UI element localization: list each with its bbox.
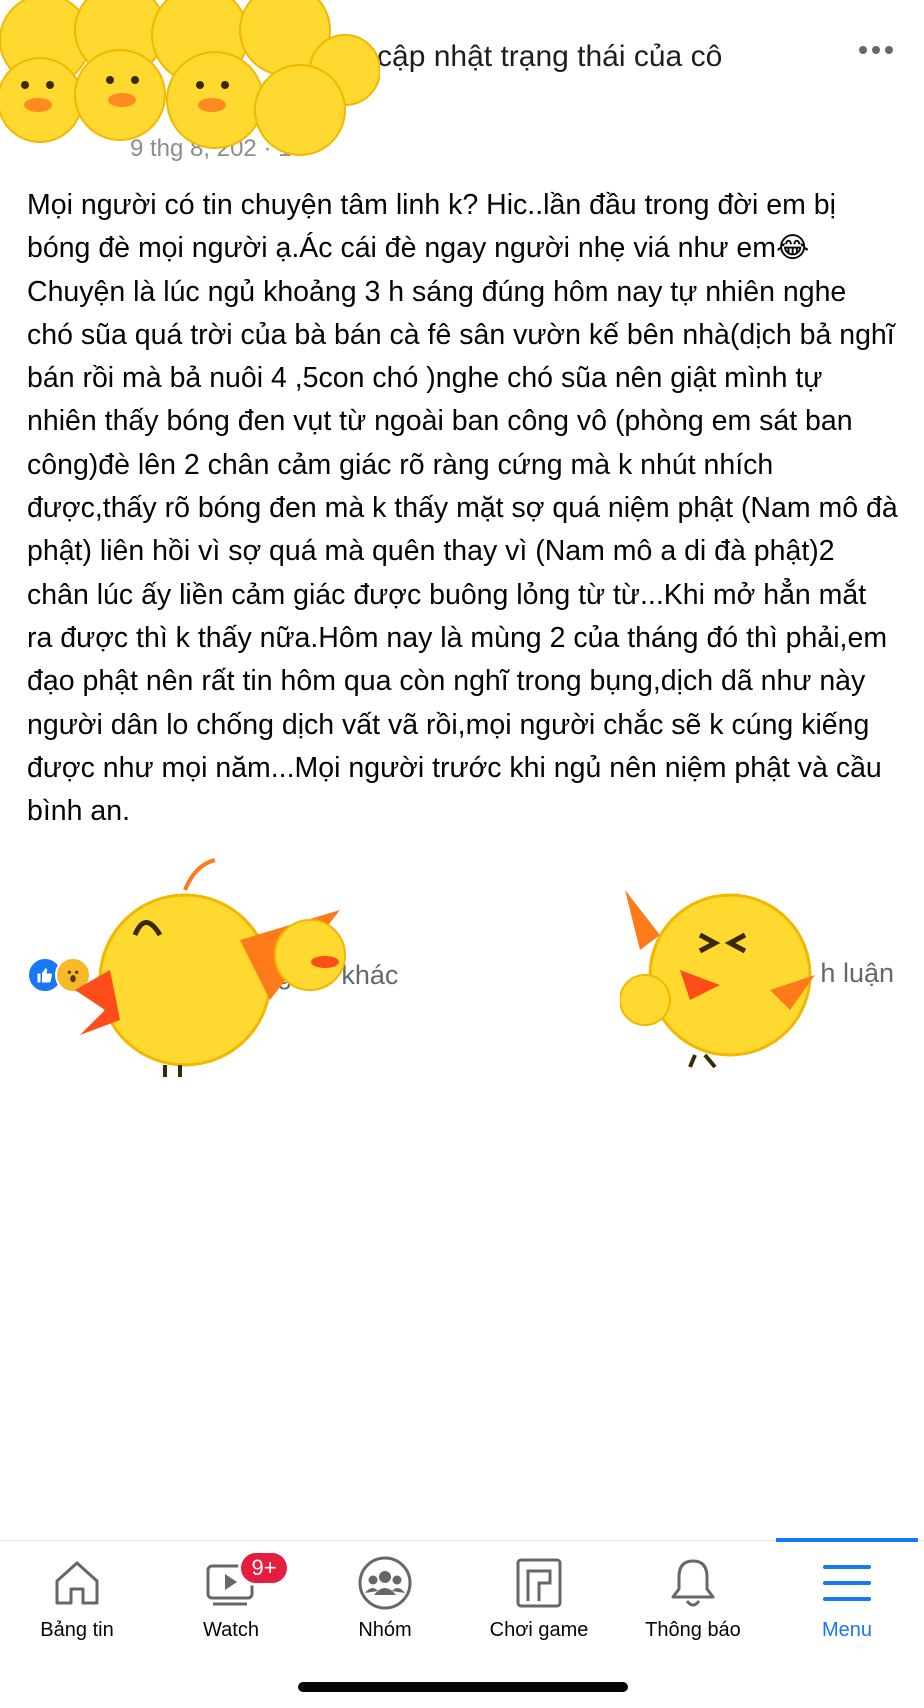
home-indicator[interactable] [298,1682,628,1692]
tab-label: Nhóm [358,1619,412,1641]
bottom-tab-bar: Bảng tin Watch Nhóm Chơi game Thông báo … [0,1538,924,1661]
tab-label: Bảng tin [40,1619,114,1641]
bell-icon [665,1555,721,1611]
watch-notification-badge: 9+ [238,1550,290,1586]
more-options-icon[interactable] [852,38,900,62]
tab-groups[interactable]: Nhóm [308,1541,462,1661]
post-header-text: ã cập nhật trạng thái của cô [352,40,723,73]
tab-label: Chơi game [489,1619,589,1641]
tab-label: Menu [821,1619,873,1641]
groups-icon [357,1555,413,1611]
tab-menu[interactable]: Menu [770,1541,924,1661]
gaming-icon [511,1555,567,1611]
duck-sticker-cluster [0,0,380,156]
tab-label: Thông báo [645,1619,741,1641]
tab-news-feed[interactable]: Bảng tin [0,1541,154,1661]
tab-notifications[interactable]: Thông báo [616,1541,770,1661]
tab-label: Watch [203,1619,259,1641]
menu-icon [819,1555,875,1611]
post-text: Mọi người có tin chuyện tâm linh k? Hic.… [27,189,906,828]
duck-sticker-left [75,858,346,1077]
duck-sticker-right [620,890,815,1069]
tab-gaming[interactable]: Chơi game [462,1541,616,1661]
home-icon [49,1555,105,1611]
comments-count[interactable]: h luận [820,958,894,989]
